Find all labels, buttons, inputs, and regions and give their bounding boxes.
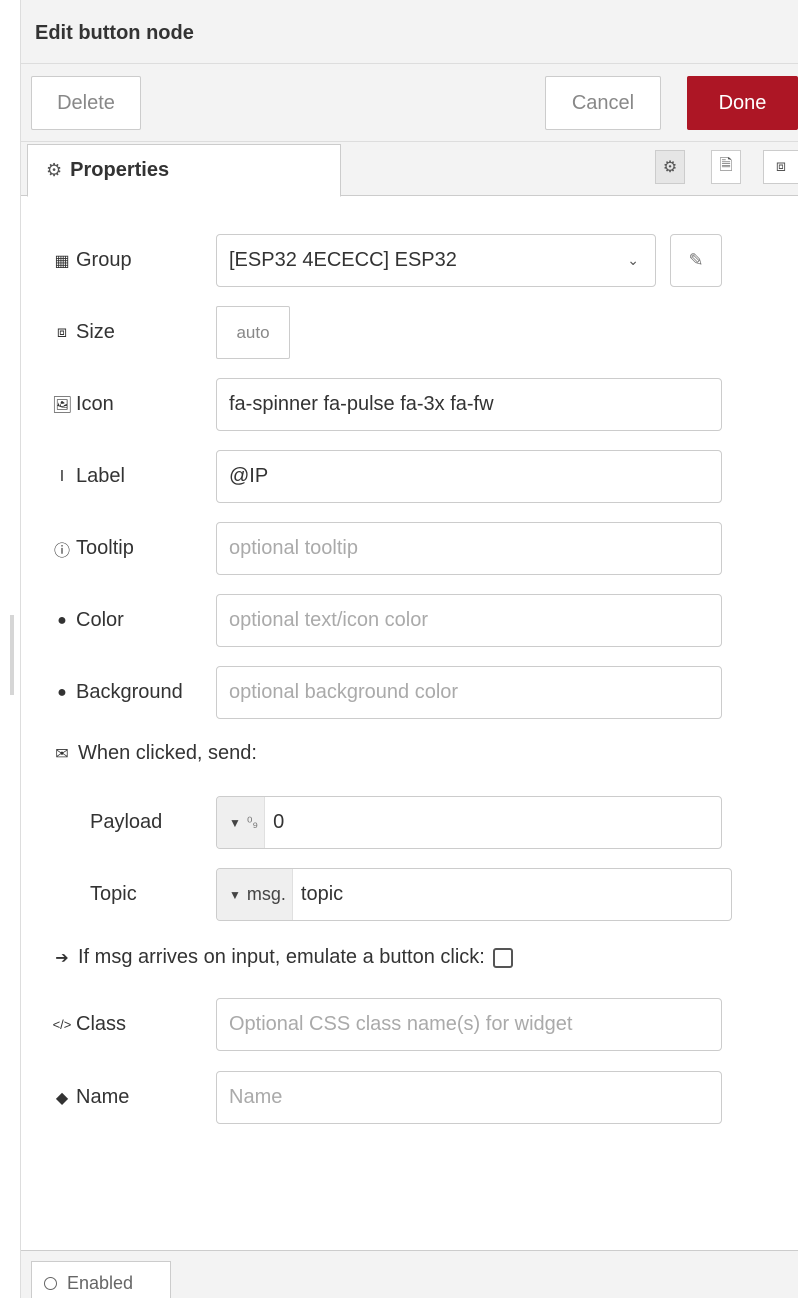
when-clicked-heading: ✉ When clicked, send: — [52, 742, 257, 765]
name-label: ◆ Name — [52, 1071, 130, 1124]
emulate-label: If msg arrives on input, emulate a butto… — [78, 946, 485, 968]
payload-type-label: ⁰₉ — [246, 814, 259, 830]
edit-group-button[interactable]: ✎ — [670, 234, 722, 287]
group-label-text: Group — [76, 249, 132, 271]
color-label-text: Color — [76, 609, 124, 631]
tag-icon: ◆ — [55, 1089, 69, 1107]
tooltip-label-text: Tooltip — [76, 537, 134, 559]
tray-header: Edit button node — [21, 0, 798, 64]
picture-icon: 🖼 — [52, 396, 73, 414]
background-label: ● Background — [52, 666, 183, 719]
emulate-row: ➔ If msg arrives on input, emulate a but… — [52, 946, 513, 969]
class-label-text: Class — [76, 1013, 127, 1035]
caret-down-icon: ▼ — [229, 887, 241, 902]
info-circle-icon: ⓘ — [53, 542, 70, 560]
envelope-icon: ✉ — [55, 745, 69, 763]
resize-handle[interactable] — [10, 615, 14, 695]
payload-value: 0 — [273, 811, 285, 833]
payload-label: Payload — [90, 811, 163, 833]
tooltip-label: ⓘ Tooltip — [52, 522, 134, 575]
tint-icon: ● — [57, 611, 67, 629]
name-input[interactable]: Name — [216, 1071, 722, 1124]
cog-icon: ⚙ — [46, 160, 63, 180]
class-input[interactable]: Optional CSS class name(s) for widget — [216, 998, 722, 1051]
tray-footer: Enabled — [21, 1250, 798, 1298]
background-label-text: Background — [76, 681, 183, 703]
topic-typed-input[interactable]: ▼ msg. topic — [216, 868, 732, 921]
topic-type-label: msg. — [246, 884, 286, 904]
color-label: ● Color — [52, 594, 124, 647]
tint-icon: ● — [57, 683, 67, 701]
label-label: Ι Label — [52, 450, 125, 503]
code-icon: </> — [52, 1017, 72, 1032]
payload-typed-input[interactable]: ▼ ⁰₉ 0 — [216, 796, 722, 849]
circle-icon — [44, 1276, 57, 1290]
arrow-right-icon: ➔ — [55, 949, 69, 967]
group-select[interactable]: [ESP32 4ECECC] ESP32 ⌄ — [216, 234, 656, 287]
class-label: </> Class — [52, 998, 126, 1051]
size-button[interactable]: auto — [216, 306, 290, 359]
group-label: ▦ Group — [52, 234, 132, 287]
description-tab-icon[interactable]: 🗎 — [711, 150, 741, 184]
label-input[interactable]: @IP — [216, 450, 722, 503]
emulate-checkbox[interactable] — [492, 947, 513, 968]
topic-label: Topic — [90, 883, 137, 905]
tab-properties[interactable]: ⚙ Properties — [27, 144, 341, 197]
size-icon: ⧈ — [56, 323, 68, 341]
background-input[interactable]: optional background color — [216, 666, 722, 719]
topic-type-select[interactable]: ▼ msg. — [217, 869, 293, 920]
edit-tray: Edit button node Delete Cancel Done ⚙ Pr… — [21, 0, 798, 1298]
payload-type-select[interactable]: ▼ ⁰₉ — [217, 797, 266, 848]
size-label-text: Size — [76, 321, 115, 343]
text-cursor-icon: Ι — [59, 467, 65, 485]
enabled-toggle[interactable]: Enabled — [31, 1261, 171, 1298]
icon-input[interactable]: fa-spinner fa-pulse fa-3x fa-fw — [216, 378, 722, 431]
enabled-label: Enabled — [67, 1272, 134, 1293]
delete-button[interactable]: Delete — [31, 76, 141, 130]
name-label-text: Name — [76, 1086, 130, 1108]
tab-bar: ⚙ Properties ⚙ 🗎 ⧈ — [21, 142, 798, 197]
cancel-button[interactable]: Cancel — [545, 76, 661, 130]
icon-label: 🖼 Icon — [52, 378, 114, 431]
settings-tab-icon[interactable]: ⚙ — [655, 150, 685, 184]
color-input[interactable]: optional text/icon color — [216, 594, 722, 647]
chevron-down-icon: ⌄ — [627, 252, 639, 268]
tray-toolbar: Delete Cancel Done — [21, 64, 798, 142]
size-label: ⧈ Size — [52, 306, 115, 359]
tray-title: Edit button node — [35, 22, 194, 44]
table-icon: ▦ — [54, 252, 70, 270]
caret-down-icon: ▼ — [229, 815, 241, 830]
when-clicked-text: When clicked, send: — [78, 742, 257, 764]
topic-value: topic — [300, 883, 344, 905]
tab-properties-label: Properties — [70, 159, 170, 181]
icon-label-text: Icon — [76, 393, 114, 415]
pencil-icon: ✎ — [688, 250, 704, 270]
label-label-text: Label — [76, 465, 125, 487]
group-select-value: [ESP32 4ECECC] ESP32 — [229, 249, 457, 271]
done-button[interactable]: Done — [687, 76, 798, 130]
tooltip-input[interactable]: optional tooltip — [216, 522, 722, 575]
appearance-tab-icon[interactable]: ⧈ — [763, 150, 798, 184]
